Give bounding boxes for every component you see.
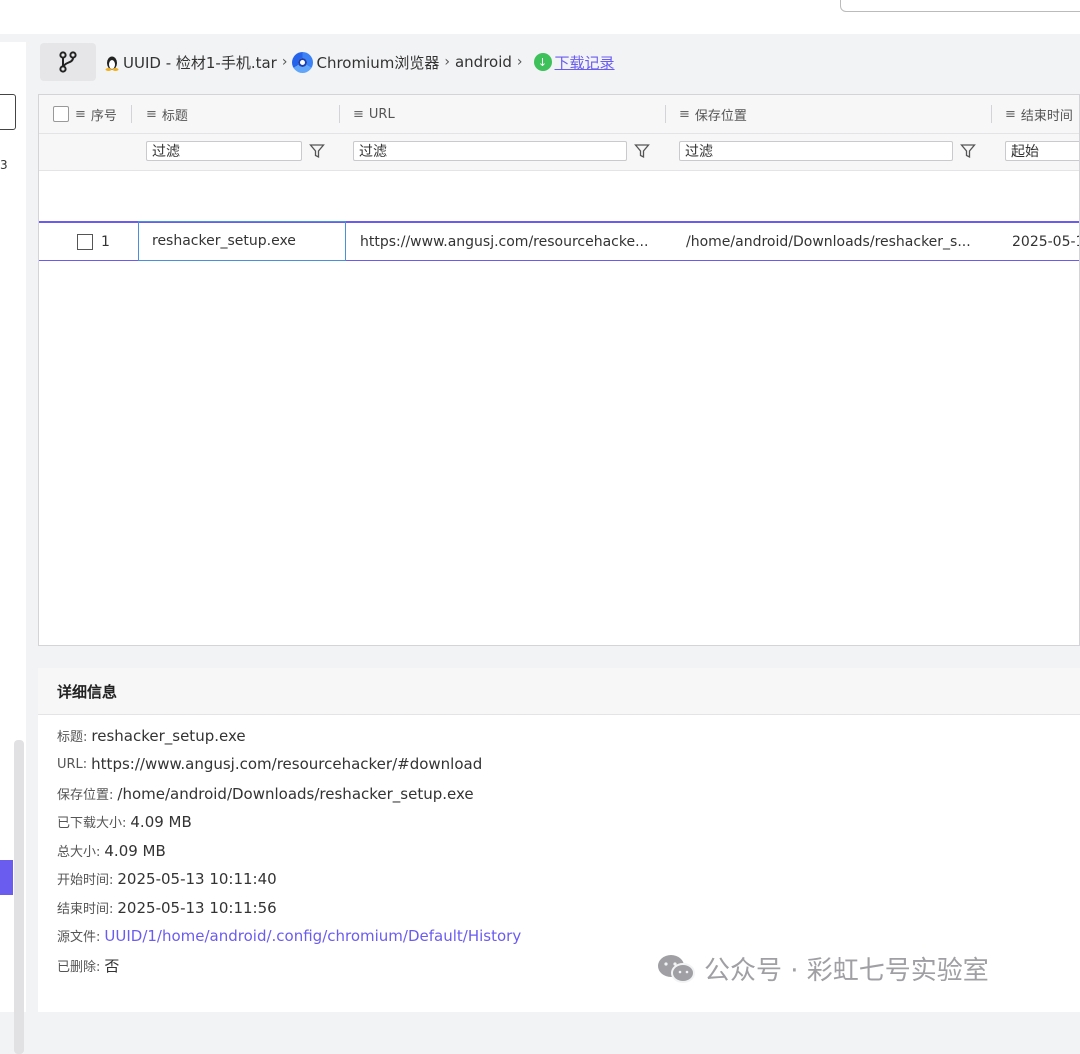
detail-end-time: 结束时间: 2025-05-13 10:11:56: [57, 898, 277, 918]
time-filter: 起始: [1005, 140, 1079, 162]
row-url-cell[interactable]: https://www.angusj.com/resourcehacke...: [360, 223, 660, 261]
detail-start-time-value: 2025-05-13 10:11:40: [117, 869, 277, 888]
url-filter: 过滤: [353, 140, 653, 162]
download-icon: ↓: [533, 53, 552, 71]
column-divider[interactable]: [665, 105, 666, 123]
column-index-label: 序号: [90, 108, 117, 124]
download-records-table: ≡ 序号 ≡ 标题 ≡ URL ≡ 保存位置 ≡ 结束时间 过滤 过滤 过滤 起…: [38, 94, 1080, 646]
column-divider[interactable]: [339, 105, 340, 123]
title-filter: 过滤: [146, 140, 328, 162]
detail-source-file: 源文件: UUID/1/home/android/.config/chromiu…: [57, 926, 521, 946]
detail-source-file-label: 源文件:: [57, 930, 101, 945]
left-panel-box[interactable]: [0, 94, 16, 130]
detail-start-time: 开始时间: 2025-05-13 10:11:40: [57, 869, 277, 889]
detail-title-value: reshacker_setup.exe: [91, 726, 246, 745]
crumb-browser[interactable]: Chromium浏览器: [292, 51, 440, 73]
detail-start-time-label: 开始时间:: [57, 873, 114, 888]
main-area: UUID - 检材1-手机.tar › Chromium浏览器 › androi…: [38, 42, 1080, 1012]
crumb-profile-label: android: [454, 53, 512, 71]
column-index[interactable]: ≡ 序号: [53, 95, 117, 133]
detail-downloaded-size-label: 已下载大小:: [57, 816, 127, 831]
chevron-right-icon: ›: [516, 54, 523, 70]
detail-url-label: URL:: [57, 756, 88, 772]
filter-icon[interactable]: [631, 140, 653, 162]
column-url[interactable]: ≡ URL: [353, 95, 395, 133]
crumb-case-file[interactable]: UUID - 检材1-手机.tar: [104, 52, 277, 73]
linux-tux-icon: [105, 56, 119, 71]
detail-title-label: 标题:: [57, 730, 88, 745]
branch-icon: [59, 51, 77, 73]
detail-deleted-value: 否: [104, 957, 120, 975]
branch-button[interactable]: [40, 43, 96, 81]
detail-deleted-label: 已删除:: [57, 960, 101, 975]
detail-total-size-value: 4.09 MB: [104, 841, 166, 860]
table-row[interactable]: 1 reshacker_setup.exe https://www.angusj…: [39, 221, 1079, 261]
filter-icon[interactable]: [957, 140, 979, 162]
left-panel-scrollbar[interactable]: [14, 740, 24, 1054]
top-bar: [0, 0, 1080, 34]
chevron-right-icon: ›: [444, 54, 450, 70]
filter-icon[interactable]: [306, 140, 328, 162]
detail-end-time-label: 结束时间:: [57, 902, 114, 917]
crumb-profile[interactable]: android: [455, 53, 512, 71]
detail-deleted: 已删除: 否: [57, 955, 119, 976]
row-index: 1: [101, 234, 110, 250]
column-save-path[interactable]: ≡ 保存位置: [679, 95, 747, 133]
column-menu-icon: ≡: [75, 106, 86, 122]
detail-total-size-label: 总大小:: [57, 845, 101, 860]
detail-save-path-value: /home/android/Downloads/reshacker_setup.…: [117, 784, 474, 803]
row-save-path-cell[interactable]: /home/android/Downloads/reshacker_s...: [686, 223, 986, 261]
column-save-path-label: 保存位置: [694, 108, 747, 124]
detail-save-path-label: 保存位置:: [57, 788, 114, 803]
column-end-time[interactable]: ≡ 结束时间: [1005, 95, 1073, 133]
path-filter-input[interactable]: 过滤: [679, 141, 953, 161]
row-title-cell[interactable]: reshacker_setup.exe: [138, 221, 346, 261]
column-title[interactable]: ≡ 标题: [146, 95, 188, 133]
chevron-right-icon: ›: [281, 54, 288, 70]
column-url-label: URL: [368, 106, 395, 122]
chromium-icon: [292, 51, 314, 73]
top-search-box[interactable]: [840, 0, 1080, 12]
detail-end-time-value: 2025-05-13 10:11:56: [117, 898, 277, 917]
row-end-time-cell[interactable]: 2025-05-1: [1012, 223, 1079, 261]
path-filter: 过滤: [679, 140, 979, 162]
wechat-icon: [658, 954, 695, 983]
detail-header: 详细信息: [38, 668, 1080, 715]
time-filter-input[interactable]: 起始: [1005, 141, 1079, 161]
watermark-text: 公众号 · 彩虹七号实验室: [704, 956, 989, 986]
left-panel-strip: 3: [0, 42, 26, 1054]
detail-title: 标题: reshacker_setup.exe: [57, 726, 246, 746]
select-all-checkbox[interactable]: [53, 106, 69, 122]
left-panel-accent: [0, 860, 13, 895]
crumb-current-label: 下载记录: [554, 53, 615, 72]
title-filter-input[interactable]: 过滤: [146, 141, 302, 161]
column-divider[interactable]: [991, 105, 992, 123]
column-menu-icon: ≡: [679, 106, 690, 122]
detail-downloaded-size-value: 4.09 MB: [130, 812, 192, 831]
detail-source-file-link[interactable]: UUID/1/home/android/.config/chromium/Def…: [104, 927, 521, 945]
row-checkbox[interactable]: [77, 234, 93, 250]
column-end-time-label: 结束时间: [1020, 108, 1073, 124]
column-divider[interactable]: [131, 105, 132, 123]
watermark: 公众号 · 彩虹七号实验室: [656, 950, 989, 987]
detail-total-size: 总大小: 4.09 MB: [57, 841, 166, 861]
row-index-cell: 1: [77, 223, 110, 261]
column-title-label: 标题: [161, 108, 188, 124]
crumb-current[interactable]: ↓ 下载记录: [528, 52, 615, 73]
detail-save-path: 保存位置: /home/android/Downloads/reshacker_…: [57, 784, 474, 804]
crumb-case-file-label: UUID - 检材1-手机.tar: [123, 53, 277, 72]
column-menu-icon: ≡: [1005, 106, 1016, 122]
detail-url: URL: https://www.angusj.com/resourcehack…: [57, 755, 482, 773]
filter-row: 过滤 过滤 过滤 起始: [39, 134, 1079, 171]
breadcrumb: UUID - 检材1-手机.tar › Chromium浏览器 › androi…: [38, 42, 1080, 82]
detail-url-value: https://www.angusj.com/resourcehacker/#d…: [91, 755, 483, 773]
table-header: ≡ 序号 ≡ 标题 ≡ URL ≡ 保存位置 ≡ 结束时间: [39, 95, 1079, 134]
left-panel-char: 3: [0, 158, 8, 172]
url-filter-input[interactable]: 过滤: [353, 141, 627, 161]
column-menu-icon: ≡: [353, 106, 364, 122]
detail-downloaded-size: 已下载大小: 4.09 MB: [57, 812, 192, 832]
column-menu-icon: ≡: [146, 106, 157, 122]
crumb-browser-label: Chromium浏览器: [316, 53, 440, 72]
